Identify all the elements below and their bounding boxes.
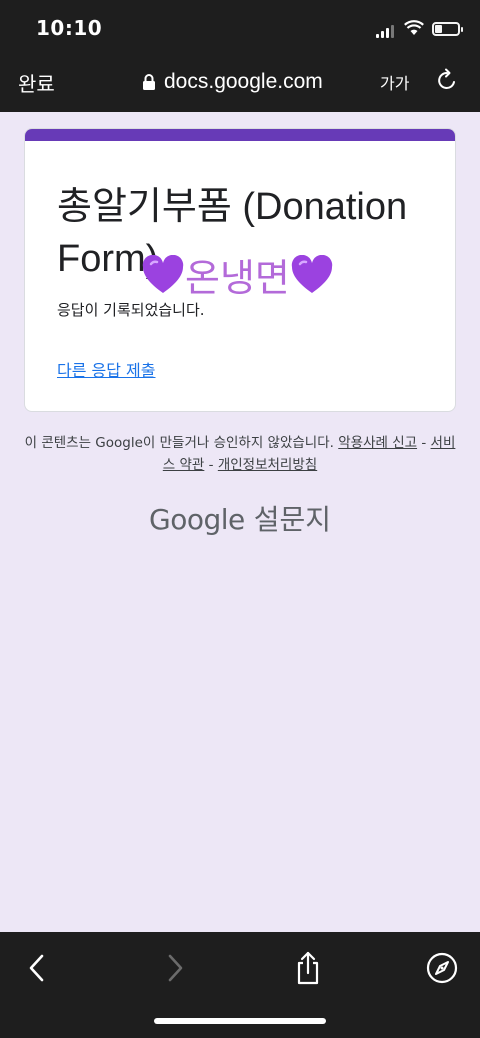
status-time: 10:10 — [36, 16, 103, 40]
disclaimer-text: 이 콘텐츠는 Google이 만들거나 승인하지 않았습니다. — [24, 435, 334, 451]
overlay-text: 온냉면 — [185, 258, 290, 300]
cellular-signal-icon — [376, 24, 396, 38]
browser-address-bar: 완료 docs.google.com 가가 — [0, 56, 480, 112]
response-recorded-message: 응답이 기록되었습니다. — [57, 301, 205, 319]
purple-heart-icon — [142, 255, 184, 293]
google-forms-logo[interactable]: Google 설문지 — [0, 498, 480, 538]
status-bar: 10:10 — [0, 0, 480, 56]
home-indicator[interactable] — [154, 1018, 326, 1024]
form-title-overlay: 온냉면 — [141, 253, 334, 305]
battery-icon — [432, 22, 463, 36]
back-icon[interactable] — [20, 950, 56, 986]
forward-icon[interactable] — [156, 950, 192, 986]
separator: - — [421, 435, 427, 451]
reload-icon[interactable] — [436, 68, 458, 92]
submit-another-response-link[interactable]: 다른 응답 제출 — [57, 357, 156, 381]
report-abuse-link[interactable]: 악용사례 신고 — [338, 435, 417, 451]
done-button[interactable]: 완료 — [18, 68, 55, 97]
form-confirmation-card: 총알기부폼 (Donation Form) 온냉면 응답이 기록되었습니다. 다… — [24, 128, 456, 412]
url-field[interactable]: docs.google.com — [142, 68, 323, 96]
disclaimer: 이 콘텐츠는 Google이 만들거나 승인하지 않았습니다. 악용사례 신고 … — [24, 432, 456, 476]
separator: - — [208, 457, 214, 473]
card-accent-bar — [25, 129, 455, 141]
wifi-icon — [404, 20, 424, 35]
lock-icon — [143, 74, 155, 90]
text-size-button[interactable]: 가가 — [380, 70, 409, 94]
compass-icon[interactable] — [424, 950, 460, 986]
brand-forms: 설문지 — [253, 503, 331, 536]
privacy-policy-link[interactable]: 개인정보처리방침 — [218, 457, 317, 473]
url-text: docs.google.com — [164, 70, 323, 93]
share-icon[interactable] — [290, 950, 326, 986]
brand-google: Google — [149, 503, 245, 536]
purple-heart-icon — [291, 255, 333, 293]
